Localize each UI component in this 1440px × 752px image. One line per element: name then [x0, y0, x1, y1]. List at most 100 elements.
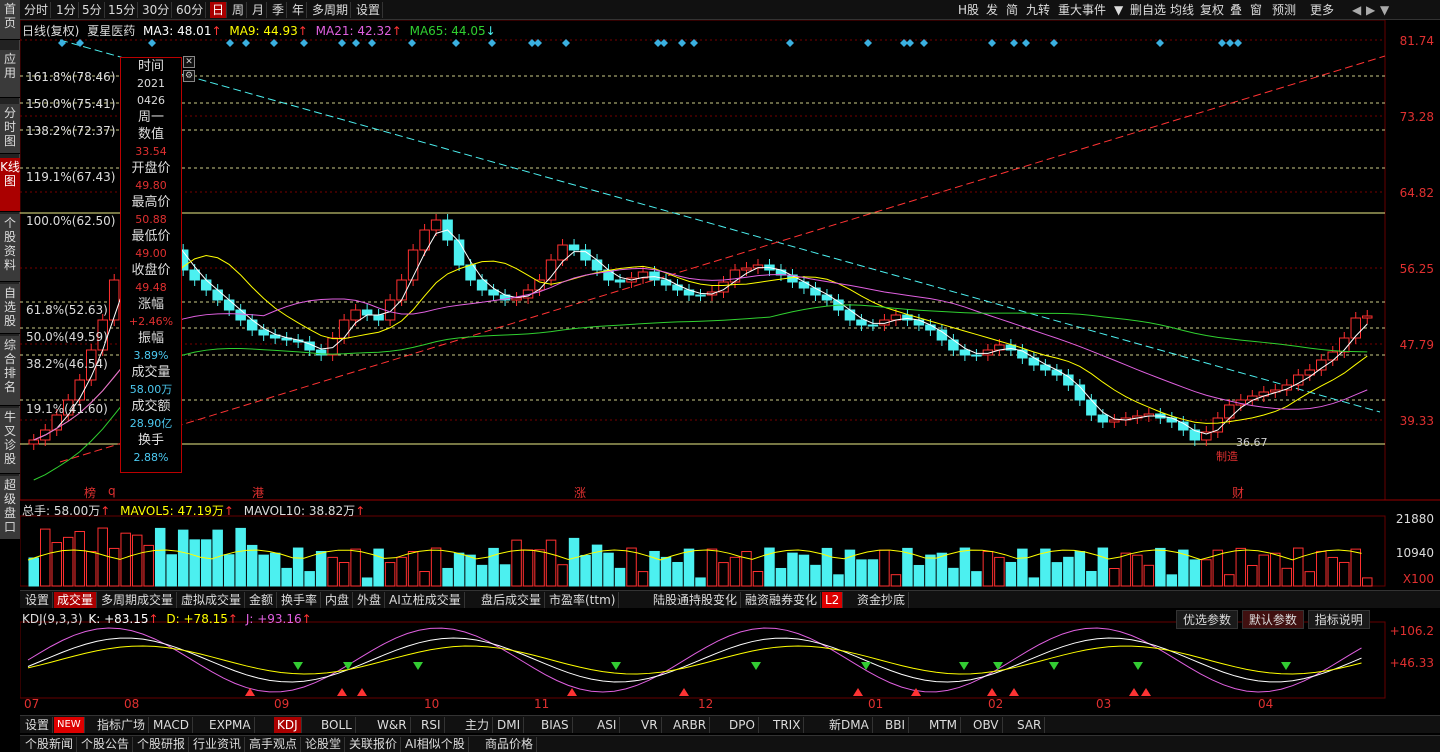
period-60min[interactable]: 60分: [174, 2, 207, 18]
tool-ma[interactable]: 均线: [1170, 2, 1194, 18]
period-15min[interactable]: 15分: [106, 2, 139, 18]
tab-19[interactable]: MTM: [926, 717, 962, 733]
tool-adjust[interactable]: 复权: [1200, 2, 1224, 18]
tool-events[interactable]: 重大事件: [1058, 2, 1106, 18]
chart-area[interactable]: 日线(复权) 夏星医药 MA3: 48.01↑ MA9: 44.93↑ MA21…: [20, 20, 1440, 720]
tab-14[interactable]: ARBR: [670, 717, 711, 733]
bottom-tab-7[interactable]: AI相似个股: [402, 737, 469, 752]
kdj-help-button[interactable]: 指标说明: [1307, 610, 1370, 629]
sidebar-tab-level2[interactable]: 超级盘口: [0, 476, 20, 540]
tab-8[interactable]: AI立桩成交量: [386, 592, 465, 608]
tool-more[interactable]: 更多: [1310, 2, 1334, 18]
close-icon[interactable]: ✕: [183, 56, 195, 68]
tab-6[interactable]: 内盘: [322, 592, 354, 608]
period-settings[interactable]: 设置: [354, 2, 384, 18]
tool-remove-watch[interactable]: 删自选: [1130, 2, 1166, 18]
tab-14[interactable]: 资金抄底: [854, 592, 910, 608]
arrow-left-icon[interactable]: ◀: [1352, 2, 1361, 18]
sidebar-tab-watchlist[interactable]: 自选股: [0, 284, 20, 334]
period-month[interactable]: 月: [250, 2, 268, 18]
tab-8[interactable]: RSI: [418, 717, 445, 733]
tab-0[interactable]: 设置: [22, 717, 54, 733]
tab-5[interactable]: 换手率: [278, 592, 322, 608]
tab-11[interactable]: BIAS: [538, 717, 573, 733]
event-mark[interactable]: 涨: [574, 484, 586, 501]
event-diamond: [242, 39, 250, 47]
tab-7[interactable]: 外盘: [354, 592, 386, 608]
tab-13[interactable]: L2: [822, 592, 844, 608]
tab-10[interactable]: 市盈率(ttm): [546, 592, 620, 608]
tab-11[interactable]: 陆股通持股变化: [650, 592, 742, 608]
tab-1[interactable]: NEW: [54, 717, 85, 733]
sidebar-tab-diagnosis[interactable]: 牛叉诊股: [0, 408, 20, 474]
period-week[interactable]: 周: [230, 2, 248, 18]
tab-4[interactable]: EXPMA: [206, 717, 255, 733]
tab-2[interactable]: 指标广场: [94, 717, 150, 733]
tool-forecast[interactable]: 预测: [1272, 2, 1296, 18]
tab-7[interactable]: W&R: [374, 717, 411, 733]
tool-jiuzhuan[interactable]: 九转: [1026, 2, 1050, 18]
tool-hshare[interactable]: H股: [958, 2, 979, 18]
chevron-down-icon[interactable]: ▼: [1114, 2, 1123, 18]
tool-window[interactable]: 窗: [1250, 2, 1262, 18]
sidebar-tab-profile[interactable]: 个股资料: [0, 214, 20, 282]
event-mark[interactable]: 港: [252, 484, 264, 501]
sidebar-tab-ranking[interactable]: 综合排名: [0, 336, 20, 406]
event-mark[interactable]: 榜: [84, 484, 96, 501]
sidebar-tab-kline[interactable]: K线图: [0, 158, 20, 212]
info-weekday: 周一: [137, 110, 164, 125]
tool-fa[interactable]: 发: [986, 2, 998, 18]
buy-arrow: [853, 688, 863, 696]
tab-18[interactable]: BBI: [882, 717, 910, 733]
bottom-tab-5[interactable]: 论股堂: [302, 737, 346, 752]
tab-3[interactable]: MACD: [150, 717, 193, 733]
bottom-tab-1[interactable]: 个股公告: [78, 737, 134, 752]
kdj-optimal-params-button[interactable]: 优选参数: [1176, 610, 1239, 629]
period-timeshare[interactable]: 分时: [22, 2, 52, 18]
tool-jian[interactable]: 简: [1006, 2, 1018, 18]
sidebar-tab-timeshare[interactable]: 分时图: [0, 104, 20, 154]
gear-icon[interactable]: ⚙: [183, 70, 195, 82]
tab-0[interactable]: 设置: [22, 592, 54, 608]
tab-5[interactable]: KDJ: [274, 717, 302, 733]
tab-17[interactable]: 新DMA: [826, 717, 873, 733]
tab-13[interactable]: VR: [638, 717, 662, 733]
bottom-tab-6[interactable]: 关联报价: [346, 737, 402, 752]
event-mark[interactable]: 财: [1232, 484, 1244, 501]
tab-4[interactable]: 金额: [246, 592, 278, 608]
tab-20[interactable]: OBV: [970, 717, 1003, 733]
period-year[interactable]: 年: [290, 2, 308, 18]
tab-21[interactable]: SAR: [1014, 717, 1046, 733]
tab-12[interactable]: 融资融券变化: [742, 592, 822, 608]
tab-15[interactable]: DPO: [726, 717, 759, 733]
tab-3[interactable]: 虚拟成交量: [178, 592, 246, 608]
period-5min[interactable]: 5分: [80, 2, 105, 18]
tab-2[interactable]: 多周期成交量: [98, 592, 178, 608]
period-1min[interactable]: 1分: [54, 2, 79, 18]
bottom-tab-4[interactable]: 高手观点: [246, 737, 302, 752]
sidebar-tab-apps[interactable]: 应用: [0, 50, 20, 98]
period-30min[interactable]: 30分: [140, 2, 173, 18]
menu-down-icon[interactable]: ▼: [1380, 2, 1389, 18]
bottom-tab-0[interactable]: 个股新闻: [22, 737, 78, 752]
kdj-default-params-button[interactable]: 默认参数: [1241, 610, 1304, 629]
period-season[interactable]: 季: [270, 2, 288, 18]
tool-overlay[interactable]: 叠: [1230, 2, 1242, 18]
tab-10[interactable]: DMI: [494, 717, 525, 733]
period-multi[interactable]: 多周期: [310, 2, 352, 18]
tab-9[interactable]: 主力: [462, 717, 494, 733]
bottom-tab-3[interactable]: 行业资讯: [190, 737, 246, 752]
tab-9[interactable]: 盘后成交量: [478, 592, 546, 608]
tab-16[interactable]: TRIX: [770, 717, 805, 733]
tab-6[interactable]: BOLL: [318, 717, 356, 733]
event-diamond: [368, 39, 376, 47]
arrow-right-icon[interactable]: ▶: [1366, 2, 1375, 18]
bottom-tab-8[interactable]: 商品价格: [482, 737, 538, 752]
fib-level: 138.2%(72.37): [26, 124, 116, 138]
sidebar-tab-home[interactable]: 首页: [0, 0, 20, 40]
tab-1[interactable]: 成交量: [54, 592, 98, 608]
period-day[interactable]: 日: [210, 2, 228, 18]
event-mark[interactable]: q: [108, 484, 116, 498]
tab-12[interactable]: ASI: [594, 717, 621, 733]
bottom-tab-2[interactable]: 个股研报: [134, 737, 190, 752]
